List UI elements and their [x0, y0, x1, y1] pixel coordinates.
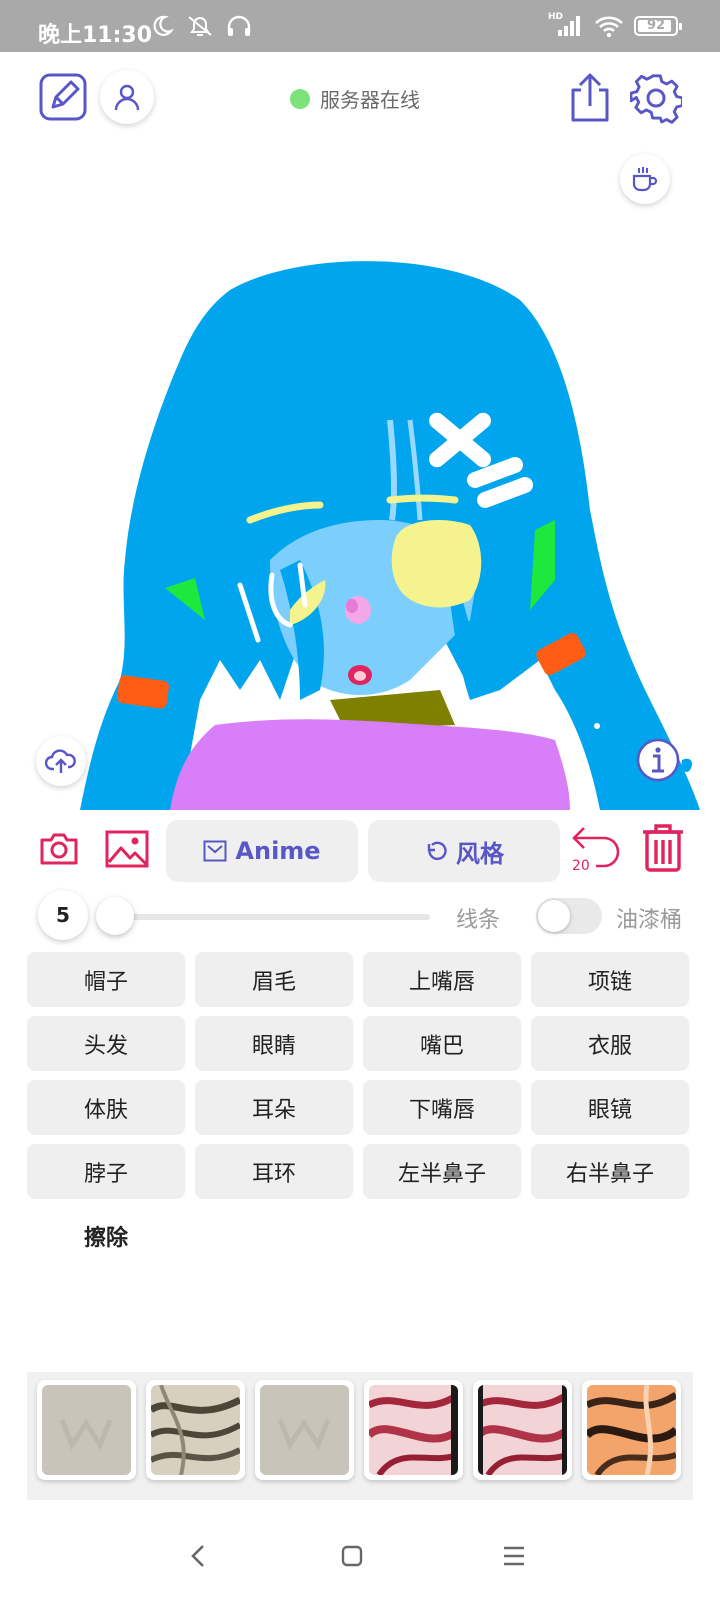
coffee-icon [632, 167, 658, 192]
user-button[interactable] [100, 70, 154, 124]
label-clothes[interactable]: 衣服 [531, 1016, 689, 1071]
label-skin[interactable]: 体肤 [27, 1080, 185, 1135]
label-neck[interactable]: 脖子 [27, 1144, 185, 1199]
style-label: 风格 [456, 839, 504, 868]
tools-row: Anime 风格 20 [0, 814, 720, 884]
battery-level: 92 [646, 18, 666, 33]
label-right-nose[interactable]: 右半鼻子 [531, 1144, 689, 1199]
camera-icon [40, 833, 78, 865]
refresh-icon [427, 841, 447, 861]
undo-button[interactable]: 20 [570, 822, 626, 876]
edit-note-icon [39, 73, 87, 121]
camera-button[interactable] [38, 828, 80, 870]
undo-count: 20 [572, 858, 590, 874]
bucket-label: 油漆桶 [616, 908, 683, 933]
thumbnail-red-swirl [369, 1385, 458, 1475]
label-mouth[interactable]: 嘴巴 [363, 1016, 521, 1071]
image-button[interactable] [104, 828, 150, 870]
bucket-toggle-knob [538, 900, 570, 932]
image-icon [105, 830, 149, 868]
label-glasses[interactable]: 眼镜 [531, 1080, 689, 1135]
label-hat[interactable]: 帽子 [27, 952, 185, 1007]
top-bar: 服务器在线 [0, 52, 720, 144]
brush-size-track[interactable] [110, 914, 430, 920]
back-button[interactable] [180, 1538, 216, 1574]
label-lower-lip[interactable]: 下嘴唇 [363, 1080, 521, 1135]
wifi-icon [595, 16, 623, 38]
clear-button[interactable] [638, 820, 688, 876]
thumbnail-red-swirl [478, 1385, 567, 1475]
thumbnail-3[interactable] [255, 1380, 354, 1480]
bucket-toggle[interactable] [536, 898, 602, 934]
info-icon [636, 738, 680, 782]
drawing-canvas[interactable] [0, 140, 720, 810]
label-earrings[interactable]: 耳环 [195, 1144, 353, 1199]
share-button[interactable] [566, 72, 614, 124]
label-hair[interactable]: 头发 [27, 1016, 185, 1071]
status-bar: 晚上11:30 HD 92 [0, 0, 720, 52]
settings-icon [630, 74, 682, 124]
thumbnail-orange-swirl [587, 1385, 676, 1475]
headphones-icon [227, 15, 251, 36]
home-button[interactable] [334, 1538, 370, 1574]
home-icon [341, 1545, 363, 1567]
settings-button[interactable] [630, 72, 682, 124]
label-eyebrow[interactable]: 眉毛 [195, 952, 353, 1007]
thumbnail-placeholder [42, 1385, 131, 1475]
moon-icon [153, 15, 174, 36]
server-status: 服务器在线 [290, 84, 420, 113]
line-mode-label[interactable]: 线条 [456, 902, 500, 934]
server-status-text: 服务器在线 [320, 88, 420, 112]
drawing-artwork [80, 261, 700, 810]
share-icon [571, 73, 609, 122]
battery-icon: 92 [634, 16, 682, 36]
server-status-dot [290, 88, 310, 109]
style-button[interactable]: 风格 [368, 820, 560, 882]
thumbnail-2[interactable] [146, 1380, 245, 1480]
cloud-upload-button[interactable] [36, 736, 86, 786]
signal-icon: HD [548, 12, 584, 38]
label-eyes[interactable]: 眼睛 [195, 1016, 353, 1071]
status-icons-right: HD 92 [548, 12, 682, 38]
anime-model-button[interactable]: Anime [166, 820, 358, 882]
label-ears[interactable]: 耳朵 [195, 1080, 353, 1135]
status-icons-left [150, 14, 252, 38]
thumbnail-5[interactable] [473, 1380, 572, 1480]
label-erase[interactable]: 擦除 [27, 1208, 185, 1263]
mail-icon [203, 840, 227, 862]
menu-icon [504, 1546, 524, 1566]
anime-model-label: Anime [235, 837, 321, 865]
status-time: 晚上11:30 [38, 23, 153, 48]
thumbnail-silver-marble [151, 1385, 240, 1475]
brush-size: 5 [38, 890, 88, 940]
label-left-nose[interactable]: 左半鼻子 [363, 1144, 521, 1199]
back-icon [191, 1545, 204, 1567]
cloud-upload-icon [45, 749, 76, 773]
user-icon [114, 84, 140, 111]
label-grid: 帽子 眉毛 上嘴唇 项链 头发 眼睛 嘴巴 衣服 体肤 耳朵 下嘴唇 眼镜 脖子… [27, 952, 693, 1263]
alarm-off-icon [188, 16, 212, 36]
thumbnail-placeholder [260, 1385, 349, 1475]
menu-button[interactable] [496, 1538, 532, 1574]
thumbnail-4[interactable] [364, 1380, 463, 1480]
label-upper-lip[interactable]: 上嘴唇 [363, 952, 521, 1007]
brush-row: 5 线条 油漆桶 [0, 888, 720, 944]
info-button[interactable] [634, 736, 682, 784]
brush-size-thumb[interactable] [96, 897, 134, 935]
trash-icon [643, 824, 683, 872]
network-badge: HD [548, 12, 564, 22]
result-thumbnails [27, 1372, 693, 1500]
system-nav-bar [0, 1520, 720, 1600]
thumbnail-1[interactable] [37, 1380, 136, 1480]
coffee-button[interactable] [620, 154, 670, 204]
thumbnail-6[interactable] [582, 1380, 681, 1480]
label-necklace[interactable]: 项链 [531, 952, 689, 1007]
edit-note-button[interactable] [38, 72, 88, 122]
